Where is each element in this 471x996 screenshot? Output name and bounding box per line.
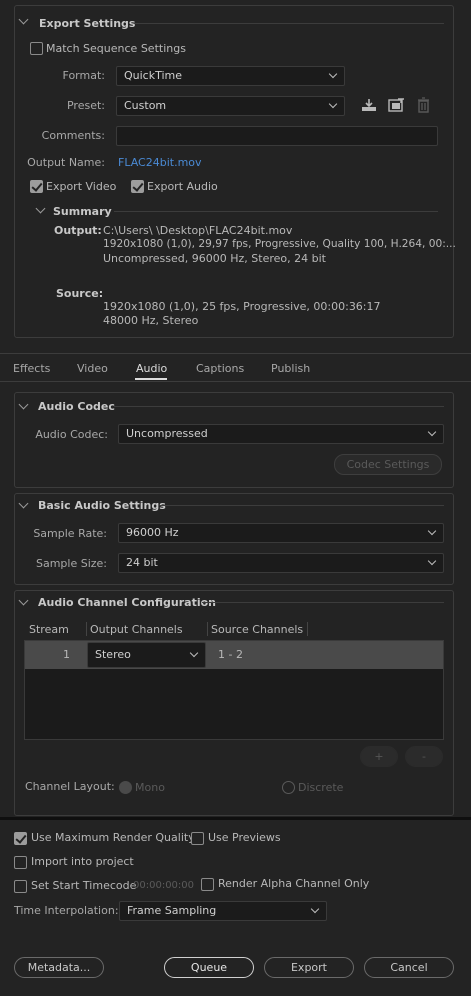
time-interpolation-dropdown[interactable]: Frame Sampling [119,901,327,921]
column-header-stream: Stream [29,623,69,636]
row-stream-value: 1 [63,648,70,661]
chevron-down-icon [328,99,338,109]
metadata-button[interactable]: Metadata... [14,957,104,978]
tab-effects[interactable]: Effects [13,362,50,375]
cancel-button[interactable]: Cancel [364,957,454,978]
tab-publish[interactable]: Publish [271,362,310,375]
export-video-checkbox[interactable] [30,180,43,193]
channel-config-divider [202,602,444,603]
add-channel-button[interactable]: + [360,746,398,767]
bottom-divider [0,817,471,820]
export-audio-label: Export Audio [147,180,218,193]
time-interpolation-value: Frame Sampling [127,904,217,917]
column-separator [86,622,87,636]
codec-settings-button[interactable]: Codec Settings [334,454,442,475]
basic-audio-title: Basic Audio Settings [38,499,166,512]
chevron-down-icon [427,556,437,566]
import-preset-icon[interactable] [388,98,405,112]
column-header-source: Source Channels [211,623,304,636]
output-channels-dropdown[interactable]: Stereo [87,642,206,668]
discrete-radio[interactable] [282,781,295,794]
delete-preset-icon[interactable] [417,97,430,113]
queue-button[interactable]: Queue [164,957,254,978]
start-timecode-label: Set Start Timecode [31,879,137,892]
alpha-only-checkbox[interactable] [201,878,214,891]
sample-size-value: 24 bit [126,556,158,569]
channel-config-title: Audio Channel Configuration [38,596,217,609]
tab-captions[interactable]: Captions [196,362,244,375]
export-audio-checkbox[interactable] [131,180,144,193]
chevron-down-icon [427,427,437,437]
audio-codec-dropdown[interactable]: Uncompressed [118,424,444,444]
export-button[interactable]: Export [264,957,354,978]
column-header-output: Output Channels [90,623,183,636]
mono-label: Mono [135,781,165,794]
audio-codec-label: Audio Codec: [35,428,108,441]
row-source-value: 1 - 2 [218,648,243,661]
export-settings-title: Export Settings [39,17,136,30]
sample-rate-label: Sample Rate: [33,527,107,540]
export-settings-divider [134,23,444,24]
summary-output-line: Uncompressed, 96000 Hz, Stereo, 24 bit [103,252,326,265]
output-name-label: Output Name: [27,156,105,169]
chevron-down-icon [328,69,338,79]
chevron-down-icon [310,904,320,914]
basic-audio-divider [160,505,444,506]
start-timecode-checkbox[interactable] [14,880,27,893]
tabs-bottom-divider [0,381,471,382]
tab-audio[interactable]: Audio [136,362,167,375]
summary-source-line: 48000 Hz, Stereo [103,314,199,327]
output-channels-value: Stereo [95,648,131,661]
use-previews-checkbox[interactable] [191,832,204,845]
chevron-down-icon [427,526,437,536]
save-preset-icon[interactable] [361,98,377,112]
format-dropdown[interactable]: QuickTime [116,66,345,86]
tab-audio-underline [135,378,167,380]
format-label: Format: [62,69,105,82]
audio-codec-value: Uncompressed [126,427,208,440]
summary-output-label: Output: [54,224,102,237]
summary-output-line: C:\Users\ \Desktop\FLAC24bit.mov [103,224,293,237]
preset-value: Custom [124,99,167,112]
remove-channel-button[interactable]: - [405,746,443,767]
match-sequence-checkbox[interactable] [30,42,43,55]
match-sequence-label: Match Sequence Settings [46,42,186,55]
summary-title: Summary [53,205,112,218]
tab-video[interactable]: Video [77,362,108,375]
column-separator [307,622,308,636]
sample-size-dropdown[interactable]: 24 bit [118,553,444,573]
max-render-quality-checkbox[interactable] [14,832,27,845]
comments-label: Comments: [41,129,105,142]
time-interpolation-label: Time Interpolation: [14,904,119,917]
sample-rate-dropdown[interactable]: 96000 Hz [118,523,444,543]
preset-dropdown[interactable]: Custom [116,96,345,116]
format-value: QuickTime [124,69,183,82]
start-timecode-value[interactable]: 00:00:00:00 [133,880,194,891]
mono-radio[interactable] [119,781,132,794]
alpha-only-label: Render Alpha Channel Only [218,877,370,890]
export-video-label: Export Video [46,180,117,193]
audio-codec-title: Audio Codec [38,400,115,413]
sample-rate-value: 96000 Hz [126,526,179,539]
discrete-label: Discrete [298,781,344,794]
preset-label: Preset: [66,99,105,112]
import-project-label: Import into project [31,855,134,868]
max-render-quality-label: Use Maximum Render Quality [31,831,195,844]
column-separator [207,622,208,636]
output-name-link[interactable]: FLAC24bit.mov [118,156,202,169]
use-previews-label: Use Previews [208,831,281,844]
comments-field[interactable] [116,126,438,146]
channel-layout-label: Channel Layout: [25,780,115,793]
audio-codec-divider [114,406,444,407]
summary-source-line: 1920x1080 (1,0), 25 fps, Progressive, 00… [103,300,381,313]
sample-size-label: Sample Size: [35,557,107,570]
chevron-down-icon [189,648,199,658]
summary-source-label: Source: [56,287,104,300]
summary-divider [114,211,438,212]
tabs-top-divider [0,353,471,354]
import-project-checkbox[interactable] [14,856,27,869]
summary-output-line: 1920x1080 (1,0), 29,97 fps, Progressive,… [103,238,456,250]
